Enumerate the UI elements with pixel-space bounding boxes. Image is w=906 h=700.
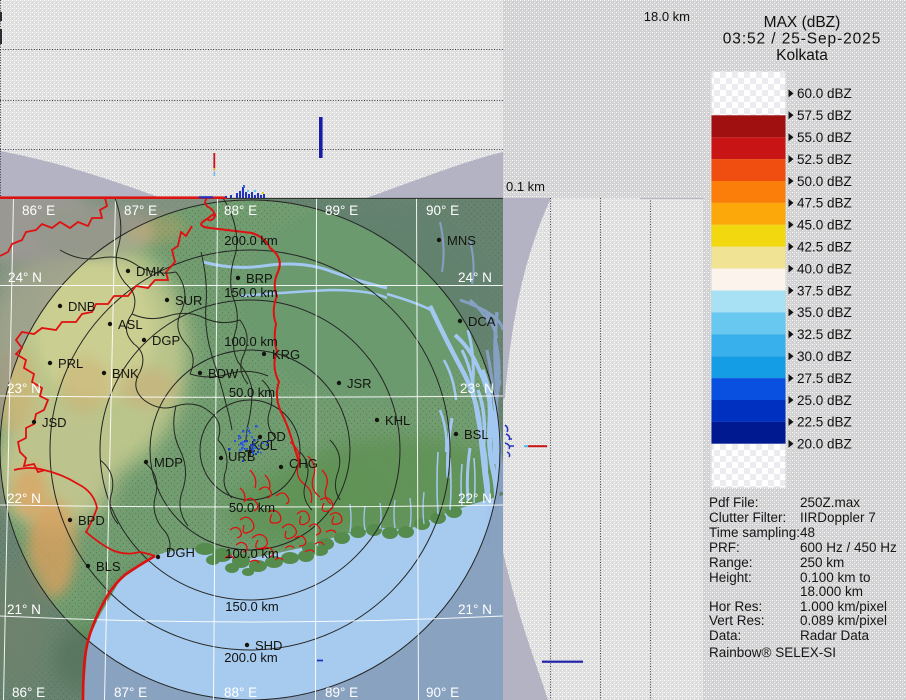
- svg-text:BDW: BDW: [208, 366, 239, 381]
- svg-text:Height:: Height:: [709, 570, 752, 585]
- svg-text:Hor Res:: Hor Res:: [709, 599, 762, 614]
- svg-text:MDP: MDP: [154, 455, 183, 470]
- svg-text:18.000 km: 18.000 km: [800, 584, 863, 599]
- svg-text:21° N: 21° N: [7, 602, 41, 617]
- svg-text:Clutter Filter:: Clutter Filter:: [709, 510, 786, 525]
- svg-text:03:52 / 25-Sep-2025: 03:52 / 25-Sep-2025: [723, 31, 881, 48]
- svg-text:Range:: Range:: [709, 555, 753, 570]
- svg-text:88° E: 88° E: [224, 685, 257, 700]
- svg-text:55.0 dBZ: 55.0 dBZ: [797, 130, 852, 145]
- svg-text:PRF:: PRF:: [709, 540, 740, 555]
- svg-text:JSD: JSD: [42, 415, 67, 430]
- svg-text:250Z.max: 250Z.max: [800, 495, 860, 510]
- svg-text:0.089 km/pixel: 0.089 km/pixel: [800, 613, 887, 628]
- svg-text:600 Hz / 450 Hz: 600 Hz / 450 Hz: [800, 540, 897, 555]
- svg-text:PRL: PRL: [58, 356, 83, 371]
- svg-text:20.0 dBZ: 20.0 dBZ: [797, 437, 852, 452]
- svg-text:BRP: BRP: [246, 271, 273, 286]
- svg-text:21° N: 21° N: [458, 602, 492, 617]
- svg-text:60.0 dBZ: 60.0 dBZ: [797, 86, 852, 101]
- svg-text:KRG: KRG: [272, 347, 300, 362]
- svg-text:IIRDoppler 7: IIRDoppler 7: [800, 510, 876, 525]
- svg-text:Time sampling:48: Time sampling:48: [709, 525, 815, 540]
- svg-text:24° N: 24° N: [8, 270, 42, 285]
- svg-text:27.5 dBZ: 27.5 dBZ: [797, 371, 852, 386]
- svg-text:Radar Data: Radar Data: [800, 628, 870, 643]
- svg-text:CHG: CHG: [289, 456, 318, 471]
- svg-text:90° E: 90° E: [426, 203, 459, 218]
- svg-text:50.0 km: 50.0 km: [229, 500, 275, 515]
- svg-text:100.0 km: 100.0 km: [225, 546, 278, 561]
- svg-text:86° E: 86° E: [12, 685, 45, 700]
- svg-text:0.1 km: 0.1 km: [506, 179, 545, 194]
- svg-text:45.0 dBZ: 45.0 dBZ: [797, 218, 852, 233]
- svg-text:150.0 km: 150.0 km: [224, 285, 277, 300]
- svg-text:86° E: 86° E: [22, 203, 55, 218]
- svg-text:BNK: BNK: [112, 366, 139, 381]
- svg-text:SHD: SHD: [255, 638, 282, 653]
- svg-text:SUR: SUR: [175, 293, 202, 308]
- svg-text:100.0 km: 100.0 km: [224, 334, 277, 349]
- svg-text:ASL: ASL: [118, 317, 143, 332]
- svg-text:42.5 dBZ: 42.5 dBZ: [797, 240, 852, 255]
- svg-text:52.5 dBZ: 52.5 dBZ: [797, 152, 852, 167]
- svg-text:18.0 km: 18.0 km: [644, 9, 690, 24]
- svg-text:Data:: Data:: [709, 628, 741, 643]
- svg-text:30.0 dBZ: 30.0 dBZ: [797, 349, 852, 364]
- svg-text:150.0 km: 150.0 km: [225, 599, 278, 614]
- svg-text:Vert Res:: Vert Res:: [709, 613, 765, 628]
- svg-text:24° N: 24° N: [458, 270, 492, 285]
- svg-text:Pdf File:: Pdf File:: [709, 495, 759, 510]
- svg-text:MAX (dBZ): MAX (dBZ): [764, 14, 841, 31]
- svg-text:88° E: 88° E: [224, 203, 257, 218]
- svg-text:BPD: BPD: [78, 513, 105, 528]
- svg-text:BSL: BSL: [464, 427, 489, 442]
- svg-text:40.0 dBZ: 40.0 dBZ: [797, 261, 852, 276]
- svg-text:35.0 dBZ: 35.0 dBZ: [797, 305, 852, 320]
- svg-text:57.5 dBZ: 57.5 dBZ: [797, 108, 852, 123]
- svg-text:50.0 dBZ: 50.0 dBZ: [797, 174, 852, 189]
- svg-text:DGP: DGP: [152, 333, 180, 348]
- svg-text:22° N: 22° N: [458, 491, 492, 506]
- svg-text:87° E: 87° E: [124, 203, 157, 218]
- svg-text:KHL: KHL: [385, 413, 410, 428]
- svg-text:22.5 dBZ: 22.5 dBZ: [797, 415, 852, 430]
- svg-text:250 km: 250 km: [800, 555, 844, 570]
- svg-text:Kolkata: Kolkata: [776, 47, 828, 64]
- svg-text:50.0 km: 50.0 km: [229, 385, 275, 400]
- svg-text:22° N: 22° N: [7, 491, 41, 506]
- svg-text:DGH: DGH: [166, 545, 195, 560]
- svg-text:Rainbow® SELEX-SI: Rainbow® SELEX-SI: [709, 645, 836, 660]
- svg-text:90° E: 90° E: [426, 685, 459, 700]
- svg-text:32.5 dBZ: 32.5 dBZ: [797, 327, 852, 342]
- svg-text:DCA: DCA: [468, 314, 496, 329]
- svg-text:87° E: 87° E: [114, 685, 147, 700]
- svg-text:89° E: 89° E: [325, 685, 358, 700]
- svg-text:23° N: 23° N: [460, 381, 494, 396]
- svg-text:47.5 dBZ: 47.5 dBZ: [797, 196, 852, 211]
- svg-text:23° N: 23° N: [7, 381, 41, 396]
- svg-text:BLS: BLS: [96, 559, 121, 574]
- svg-text:200.0 km: 200.0 km: [224, 233, 277, 248]
- svg-text:JSR: JSR: [347, 376, 372, 391]
- svg-text:MNS: MNS: [447, 233, 476, 248]
- svg-text:25.0 dBZ: 25.0 dBZ: [797, 393, 852, 408]
- svg-text:37.5 dBZ: 37.5 dBZ: [797, 283, 852, 298]
- svg-text:89° E: 89° E: [325, 203, 358, 218]
- svg-text:DNB: DNB: [68, 299, 95, 314]
- svg-text:0.100 km to: 0.100 km to: [800, 570, 871, 585]
- svg-text:1.000 km/pixel: 1.000 km/pixel: [800, 599, 887, 614]
- svg-text:DMK: DMK: [136, 264, 165, 279]
